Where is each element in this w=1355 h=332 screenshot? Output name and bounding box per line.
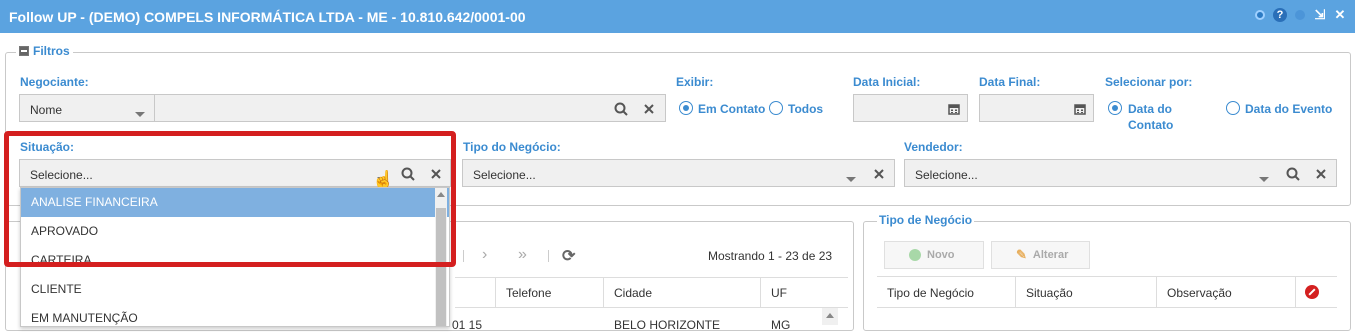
col-divider [1015,276,1016,307]
chevron-down-icon[interactable] [1256,171,1272,187]
tipo-negocio-select[interactable]: Selecione... [462,159,895,187]
column-header-tipo-negocio[interactable]: Tipo de Negócio [887,286,974,300]
alterar-button-label: Alterar [1032,249,1069,261]
row-cell-cidade: BELO HORIZONTE [614,318,721,332]
scrollbar-thumb[interactable] [436,208,446,326]
calendar-icon[interactable] [946,101,962,117]
data-contato-label-line1[interactable]: Data do [1128,102,1172,116]
tipo-negocio-label: Tipo do Negócio: [463,140,561,154]
pager-divider-2 [548,250,549,262]
clear-icon[interactable] [1313,166,1329,182]
exibir-todos-label[interactable]: Todos [788,102,823,116]
window-controls: ? ⇲ ✕ [1253,7,1347,22]
last-page-icon[interactable]: » [518,246,527,264]
data-evento-radio[interactable] [1226,101,1240,115]
situacao-dropdown-list[interactable]: ANALISE FINANCEIRA APROVADO CARTEIRA CLI… [20,187,450,327]
vendedor-label: Vendedor: [904,140,963,154]
status-dot-icon [1253,8,1267,22]
data-inicial-input[interactable] [853,94,968,122]
exibir-todos-radio[interactable] [769,101,783,115]
exibir-label: Exibir: [676,75,714,89]
calendar-icon[interactable] [1072,101,1088,117]
refresh-icon[interactable]: ⟳ [562,246,575,266]
collapse-icon[interactable] [19,46,29,56]
col-divider [760,277,761,307]
window-title: Follow UP - (DEMO) COMPELS INFORMÁTICA L… [9,9,526,25]
pager-divider [463,250,464,262]
tn-grid-header-top [877,276,1337,277]
data-contato-label-line2[interactable]: Contato [1128,118,1173,132]
alterar-button[interactable]: ✎ Alterar [991,241,1090,269]
exibir-em-contato-radio[interactable] [679,101,693,115]
grid-header-bottom [455,307,848,308]
tn-grid-header-bottom [877,307,1337,308]
column-header-observacao[interactable]: Observação [1167,286,1232,300]
add-icon [909,249,921,261]
column-header-situacao[interactable]: Situação [1026,286,1073,300]
situacao-option[interactable]: CARTEIRA [21,246,449,275]
grid-scrollbar[interactable] [822,308,838,325]
filters-legend[interactable]: Filtros [16,44,73,58]
situacao-option[interactable]: ANALISE FINANCEIRA [21,188,449,217]
col-divider [495,277,496,307]
chevron-down-icon[interactable] [843,171,859,187]
col-divider [1295,276,1296,307]
clear-icon[interactable] [428,166,444,182]
clear-icon[interactable] [871,166,887,182]
data-contato-radio[interactable] [1108,101,1122,115]
column-header-uf[interactable]: UF [771,286,787,300]
next-page-icon[interactable]: › [482,246,487,264]
negociante-type-select[interactable]: Nome [19,94,155,122]
search-icon[interactable] [613,101,629,117]
search-icon[interactable] [1285,166,1301,182]
edit-icon: ✎ [1016,247,1027,262]
close-icon[interactable]: ✕ [1333,7,1347,22]
chevron-down-icon[interactable] [132,106,148,122]
delete-icon[interactable] [1305,285,1319,299]
scroll-up-icon[interactable] [826,313,834,318]
data-final-label: Data Final: [979,75,1041,89]
filters-legend-label: Filtros [33,44,70,58]
minimize-icon[interactable]: ⇲ [1313,7,1327,22]
data-inicial-label: Data Inicial: [853,75,921,89]
paging-status: Mostrando 1 - 23 de 23 [708,249,833,263]
situacao-option[interactable]: APROVADO [21,217,449,246]
novo-button[interactable]: Novo [884,241,984,269]
tipo-negocio-panel-title: Tipo de Negócio [877,213,975,227]
negociante-input[interactable] [154,94,666,122]
data-evento-label[interactable]: Data do Evento [1245,102,1332,116]
dropdown-scrollbar[interactable] [435,188,447,326]
window-titlebar: Follow UP - (DEMO) COMPELS INFORMÁTICA L… [0,0,1355,33]
data-final-input[interactable] [979,94,1094,122]
negociante-label: Negociante: [20,75,89,89]
situacao-placeholder: Selecione... [30,168,93,182]
status-dot-icon-2 [1293,8,1307,22]
negociante-type-value: Nome [30,103,63,117]
search-icon[interactable] [400,166,416,182]
vendedor-select[interactable]: Selecione... [904,159,1337,187]
exibir-em-contato-label[interactable]: Em Contato [698,102,765,116]
scroll-up-icon[interactable] [437,192,445,197]
vendedor-placeholder: Selecione... [915,168,978,182]
selecionar-por-label: Selecionar por: [1105,75,1193,89]
situacao-option[interactable]: CLIENTE [21,275,449,304]
column-header-cidade[interactable]: Cidade [614,286,652,300]
column-header-telefone[interactable]: Telefone [506,286,551,300]
row-cell-uf: MG [771,318,791,332]
row-cell-date: 01 15 [452,318,483,332]
novo-button-label: Novo [927,249,955,261]
situacao-option[interactable]: EM MANUTENÇÃO [21,304,449,326]
clear-icon[interactable] [641,101,657,117]
tipo-negocio-placeholder: Selecione... [473,168,536,182]
situacao-label: Situação: [20,140,75,154]
grid-header-top [455,277,848,278]
help-icon[interactable]: ? [1273,8,1287,22]
col-divider [603,277,604,307]
col-divider [1156,276,1157,307]
